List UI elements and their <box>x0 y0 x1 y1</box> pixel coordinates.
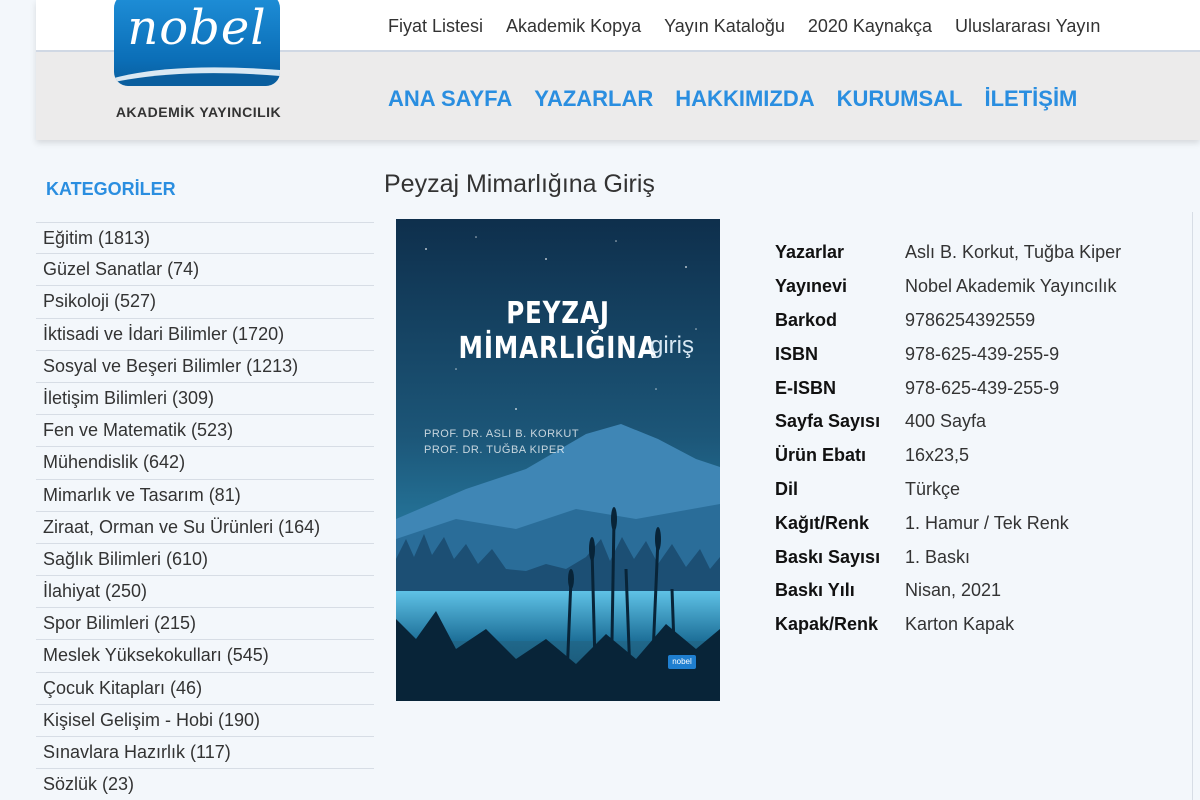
category-item[interactable]: Sosyal ve Beşeri Bilimler (1213) <box>36 351 374 383</box>
detail-label: ISBN <box>775 343 819 364</box>
category-item[interactable]: Mimarlık ve Tasarım (81) <box>36 480 374 512</box>
detail-value: 978-625-439-255-9 <box>905 377 1060 398</box>
detail-label: Barkod <box>775 309 838 330</box>
detail-label: Yazarlar <box>775 242 845 263</box>
detail-value: Karton Kapak <box>905 614 1015 635</box>
product-details-table: Yazarlar Aslı B. Korkut, Tuğba Kiper Yayı… <box>775 236 1121 642</box>
book-cover-image[interactable]: PEYZAJ MİMARLIĞINA giriş PROF. DR. ASLI … <box>396 219 720 701</box>
top-link-2020-kaynakca[interactable]: 2020 Kaynakça <box>808 16 932 37</box>
detail-label: Baskı Sayısı <box>775 546 881 567</box>
category-item[interactable]: İktisadi ve İdari Bilimler (1720) <box>36 319 374 351</box>
nav-kurumsal[interactable]: KURUMSAL <box>837 86 963 112</box>
detail-value: 16x23,5 <box>905 445 970 466</box>
detail-value: Türkçe <box>905 478 961 499</box>
detail-value: Aslı B. Korkut, Tuğba Kiper <box>905 242 1122 263</box>
logo-text: nobel <box>127 0 267 56</box>
category-item[interactable]: Çocuk Kitapları (46) <box>36 673 374 705</box>
detail-label: Kağıt/Renk <box>775 512 870 533</box>
category-item[interactable]: Spor Bilimleri (215) <box>36 608 374 641</box>
content-divider <box>1192 212 1193 800</box>
detail-row: ISBN 978-625-439-255-9 <box>775 337 1121 371</box>
detail-row: Barkod 9786254392559 <box>775 304 1121 338</box>
detail-label: Kapak/Renk <box>775 614 879 635</box>
detail-label: Ürün Ebatı <box>775 445 867 466</box>
cover-authors: PROF. DR. ASLI B. KORKUT PROF. DR. TUĞBA… <box>424 426 579 458</box>
nav-ana-sayfa[interactable]: ANA SAYFA <box>388 86 512 112</box>
top-links: Fiyat Listesi Akademik Kopya Yayın Katal… <box>388 16 1100 37</box>
detail-row: E-ISBN 978-625-439-255-9 <box>775 371 1121 405</box>
logo-subtitle: AKADEMİK YAYINCILIK <box>115 104 282 120</box>
top-link-fiyat-listesi[interactable]: Fiyat Listesi <box>388 16 483 37</box>
category-item[interactable]: İlahiyat (250) <box>36 576 374 609</box>
detail-label: Baskı Yılı <box>775 580 855 601</box>
cover-author: PROF. DR. TUĞBA KIPER <box>424 444 566 456</box>
detail-value: Nisan, 2021 <box>905 580 1002 601</box>
top-link-akademik-kopya[interactable]: Akademik Kopya <box>506 16 641 37</box>
detail-value: 1. Baskı <box>905 546 971 567</box>
detail-row: Kağıt/Renk 1. Hamur / Tek Renk <box>775 506 1121 540</box>
cover-illustration <box>396 219 720 701</box>
product-title: Peyzaj Mimarlığına Giriş <box>384 170 655 198</box>
category-item[interactable]: Güzel Sanatlar (74) <box>36 254 374 287</box>
top-link-yayin-katalogu[interactable]: Yayın Kataloğu <box>664 16 785 37</box>
category-item[interactable]: Psikoloji (527) <box>36 286 374 319</box>
category-item[interactable]: Ziraat, Orman ve Su Ürünleri (164) <box>36 512 374 544</box>
detail-value: 1. Hamur / Tek Renk <box>905 512 1069 533</box>
detail-row: Ürün Ebatı 16x23,5 <box>775 439 1121 473</box>
detail-row: Dil Türkçe <box>775 473 1121 507</box>
nav-yazarlar[interactable]: YAZARLAR <box>534 86 653 112</box>
category-item[interactable]: İletişim Bilimleri (309) <box>36 383 374 416</box>
cover-subtitle: giriş <box>649 332 694 359</box>
detail-value: 978-625-439-255-9 <box>905 343 1060 364</box>
detail-row: Sayfa Sayısı 400 Sayfa <box>775 405 1121 439</box>
top-link-uluslararasi-yayin[interactable]: Uluslararası Yayın <box>955 16 1100 37</box>
category-item[interactable]: Sınavlara Hazırlık (117) <box>36 737 374 770</box>
cover-publisher-logo: nobel <box>668 655 696 669</box>
cover-author: PROF. DR. ASLI B. KORKUT <box>424 428 580 440</box>
category-item[interactable]: Mühendislik (642) <box>36 447 374 480</box>
detail-row: Kapak/Renk Karton Kapak <box>775 608 1121 642</box>
category-item[interactable]: Eğitim (1813) <box>36 222 374 255</box>
category-item[interactable]: Kişisel Gelişim - Hobi (190) <box>36 705 374 737</box>
nav-hakkimizda[interactable]: HAKKIMIZDA <box>675 86 814 112</box>
category-item[interactable]: Sözlük (23) <box>36 769 374 800</box>
detail-value: 400 Sayfa <box>905 411 987 432</box>
detail-value: 9786254392559 <box>905 309 1036 330</box>
detail-row: Baskı Sayısı 1. Baskı <box>775 540 1121 574</box>
detail-label: Sayfa Sayısı <box>775 411 881 432</box>
category-item[interactable]: Sağlık Bilimleri (610) <box>36 544 374 577</box>
detail-row: Yazarlar Aslı B. Korkut, Tuğba Kiper <box>775 236 1121 270</box>
main-nav: ANA SAYFA YAZARLAR HAKKIMIZDA KURUMSAL İ… <box>388 86 1077 112</box>
detail-value: Nobel Akademik Yayıncılık <box>905 276 1117 297</box>
site-header: nobel AKADEMİK YAYINCILIK Fiyat Listesi … <box>36 0 1200 140</box>
detail-label: Yayınevi <box>775 276 848 297</box>
detail-label: E-ISBN <box>775 377 837 398</box>
category-item[interactable]: Fen ve Matematik (523) <box>36 415 374 448</box>
sidebar-title: KATEGORİLER <box>46 179 176 199</box>
nobel-logo[interactable]: nobel <box>114 0 280 86</box>
logo-swoosh-icon <box>114 67 280 86</box>
nav-iletisim[interactable]: İLETİŞİM <box>985 86 1078 112</box>
detail-row: Baskı Yılı Nisan, 2021 <box>775 574 1121 608</box>
category-item[interactable]: Meslek Yüksekokulları (545) <box>36 640 374 673</box>
category-list: Eğitim (1813) Güzel Sanatlar (74) Psikol… <box>36 222 374 800</box>
detail-label: Dil <box>775 478 799 499</box>
detail-row: Yayınevi Nobel Akademik Yayıncılık <box>775 270 1121 304</box>
